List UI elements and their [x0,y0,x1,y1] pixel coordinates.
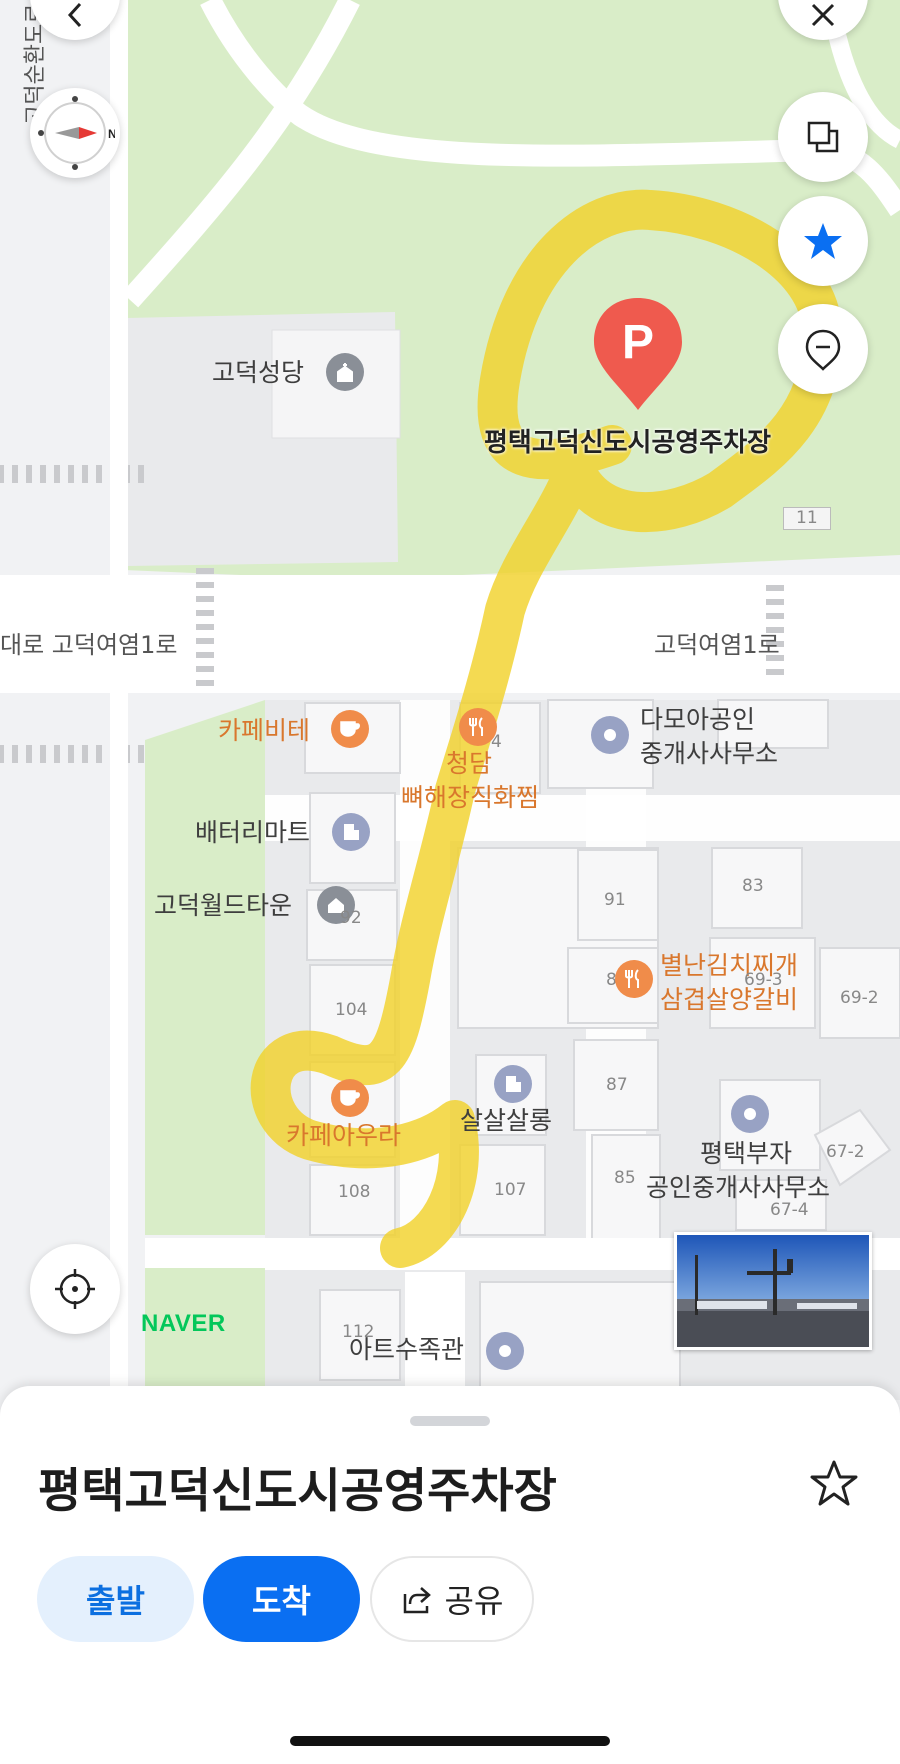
label-salsal-salon[interactable]: 살살살롱 [460,1105,552,1136]
restaurant-icon[interactable] [615,960,653,998]
label-pt-busa[interactable]: 평택부자 [700,1138,792,1169]
star-outline-icon [810,1460,858,1506]
building-number: 11 [783,507,831,531]
building-number: 108 [338,1182,371,1202]
label-cafe-aura[interactable]: 카페아우라 [286,1120,401,1151]
building-number: 91 [604,890,626,910]
label-godeok-cathedral[interactable]: 고덕성당 [212,357,304,388]
label-road-left: 대로 고덕여염1로 [0,631,178,659]
share-icon [403,1587,431,1614]
my-location-button[interactable] [30,1244,120,1334]
share-label: 공유 [444,1582,504,1620]
office-icon[interactable] [591,716,629,754]
place-bottom-sheet[interactable]: 평택고덕신도시공영주차장 출발 도착 공유 [0,1386,900,1764]
depart-button[interactable]: 출발 [37,1556,194,1642]
label-art-aquarium[interactable]: 아트수족관 [349,1334,464,1365]
parking-label[interactable]: 평택고덕신도시공영주차장 [484,422,771,459]
label-damoa-sub[interactable]: 중개사사무소 [640,738,778,769]
compass-icon: N [38,96,115,170]
building-number: 67-4 [770,1200,809,1220]
label-cafe-bite[interactable]: 카페비테 [218,715,310,746]
label-road-right: 고덕여염1로 [654,631,780,659]
cafe-icon[interactable] [331,1079,369,1117]
parking-letter: P [622,316,654,369]
label-cheongdam[interactable]: 청담 [446,748,492,779]
save-favorite-button[interactable] [808,1458,860,1510]
building-icon[interactable] [332,813,370,851]
building-number: 104 [335,1000,368,1020]
map-view[interactable]: P 평택고덕신도시공영주차장 고덕성당 대로 고덕여염1로 고덕여염1로 11 … [0,0,900,1400]
office-icon[interactable] [486,1332,524,1370]
layers-button[interactable] [778,92,868,182]
building-icon[interactable] [494,1065,532,1103]
location-pin-button[interactable] [778,304,868,394]
label-cheongdam-sub[interactable]: 뼈해장직화찜 [401,782,539,813]
sheet-drag-handle[interactable] [410,1416,490,1426]
building-number: 87 [606,1075,628,1095]
building-number: 83 [742,876,764,896]
svg-text:N: N [108,127,115,141]
label-godeok-world-town[interactable]: 고덕월드타운 [154,890,292,921]
office-icon[interactable] [731,1095,769,1133]
favorite-layer-button[interactable] [778,196,868,286]
cafe-icon[interactable] [331,710,369,748]
parking-marker[interactable]: P [590,294,686,414]
location-pin-icon [805,329,841,371]
close-icon [811,3,835,27]
place-title: 평택고덕신도시공영주차장 [38,1464,557,1519]
back-icon [67,2,82,28]
street-view-thumbnail[interactable] [674,1232,872,1350]
label-pt-busa-sub[interactable]: 공인중개사사무소 [646,1172,830,1203]
share-button[interactable]: 공유 [370,1556,534,1642]
building-number: 69-2 [840,988,879,1008]
church-icon[interactable] [326,353,364,391]
building-number: 69-3 [744,970,783,990]
layers-icon [807,121,839,153]
my-location-icon [55,1269,95,1309]
label-damoa[interactable]: 다모아공인 [640,704,755,735]
building-number: 92 [340,908,362,928]
compass-button[interactable]: N [30,88,120,178]
building-number: 107 [494,1180,527,1200]
building-number: 85 [614,1168,636,1188]
label-battery-mart[interactable]: 배터리마트 [195,817,310,848]
arrive-button[interactable]: 도착 [203,1556,360,1642]
favorite-star-icon [804,223,842,259]
building-number: 67-2 [826,1142,865,1162]
building-number: 4 [491,732,502,752]
home-indicator[interactable] [290,1736,610,1746]
naver-logo: NAVER [141,1310,226,1337]
